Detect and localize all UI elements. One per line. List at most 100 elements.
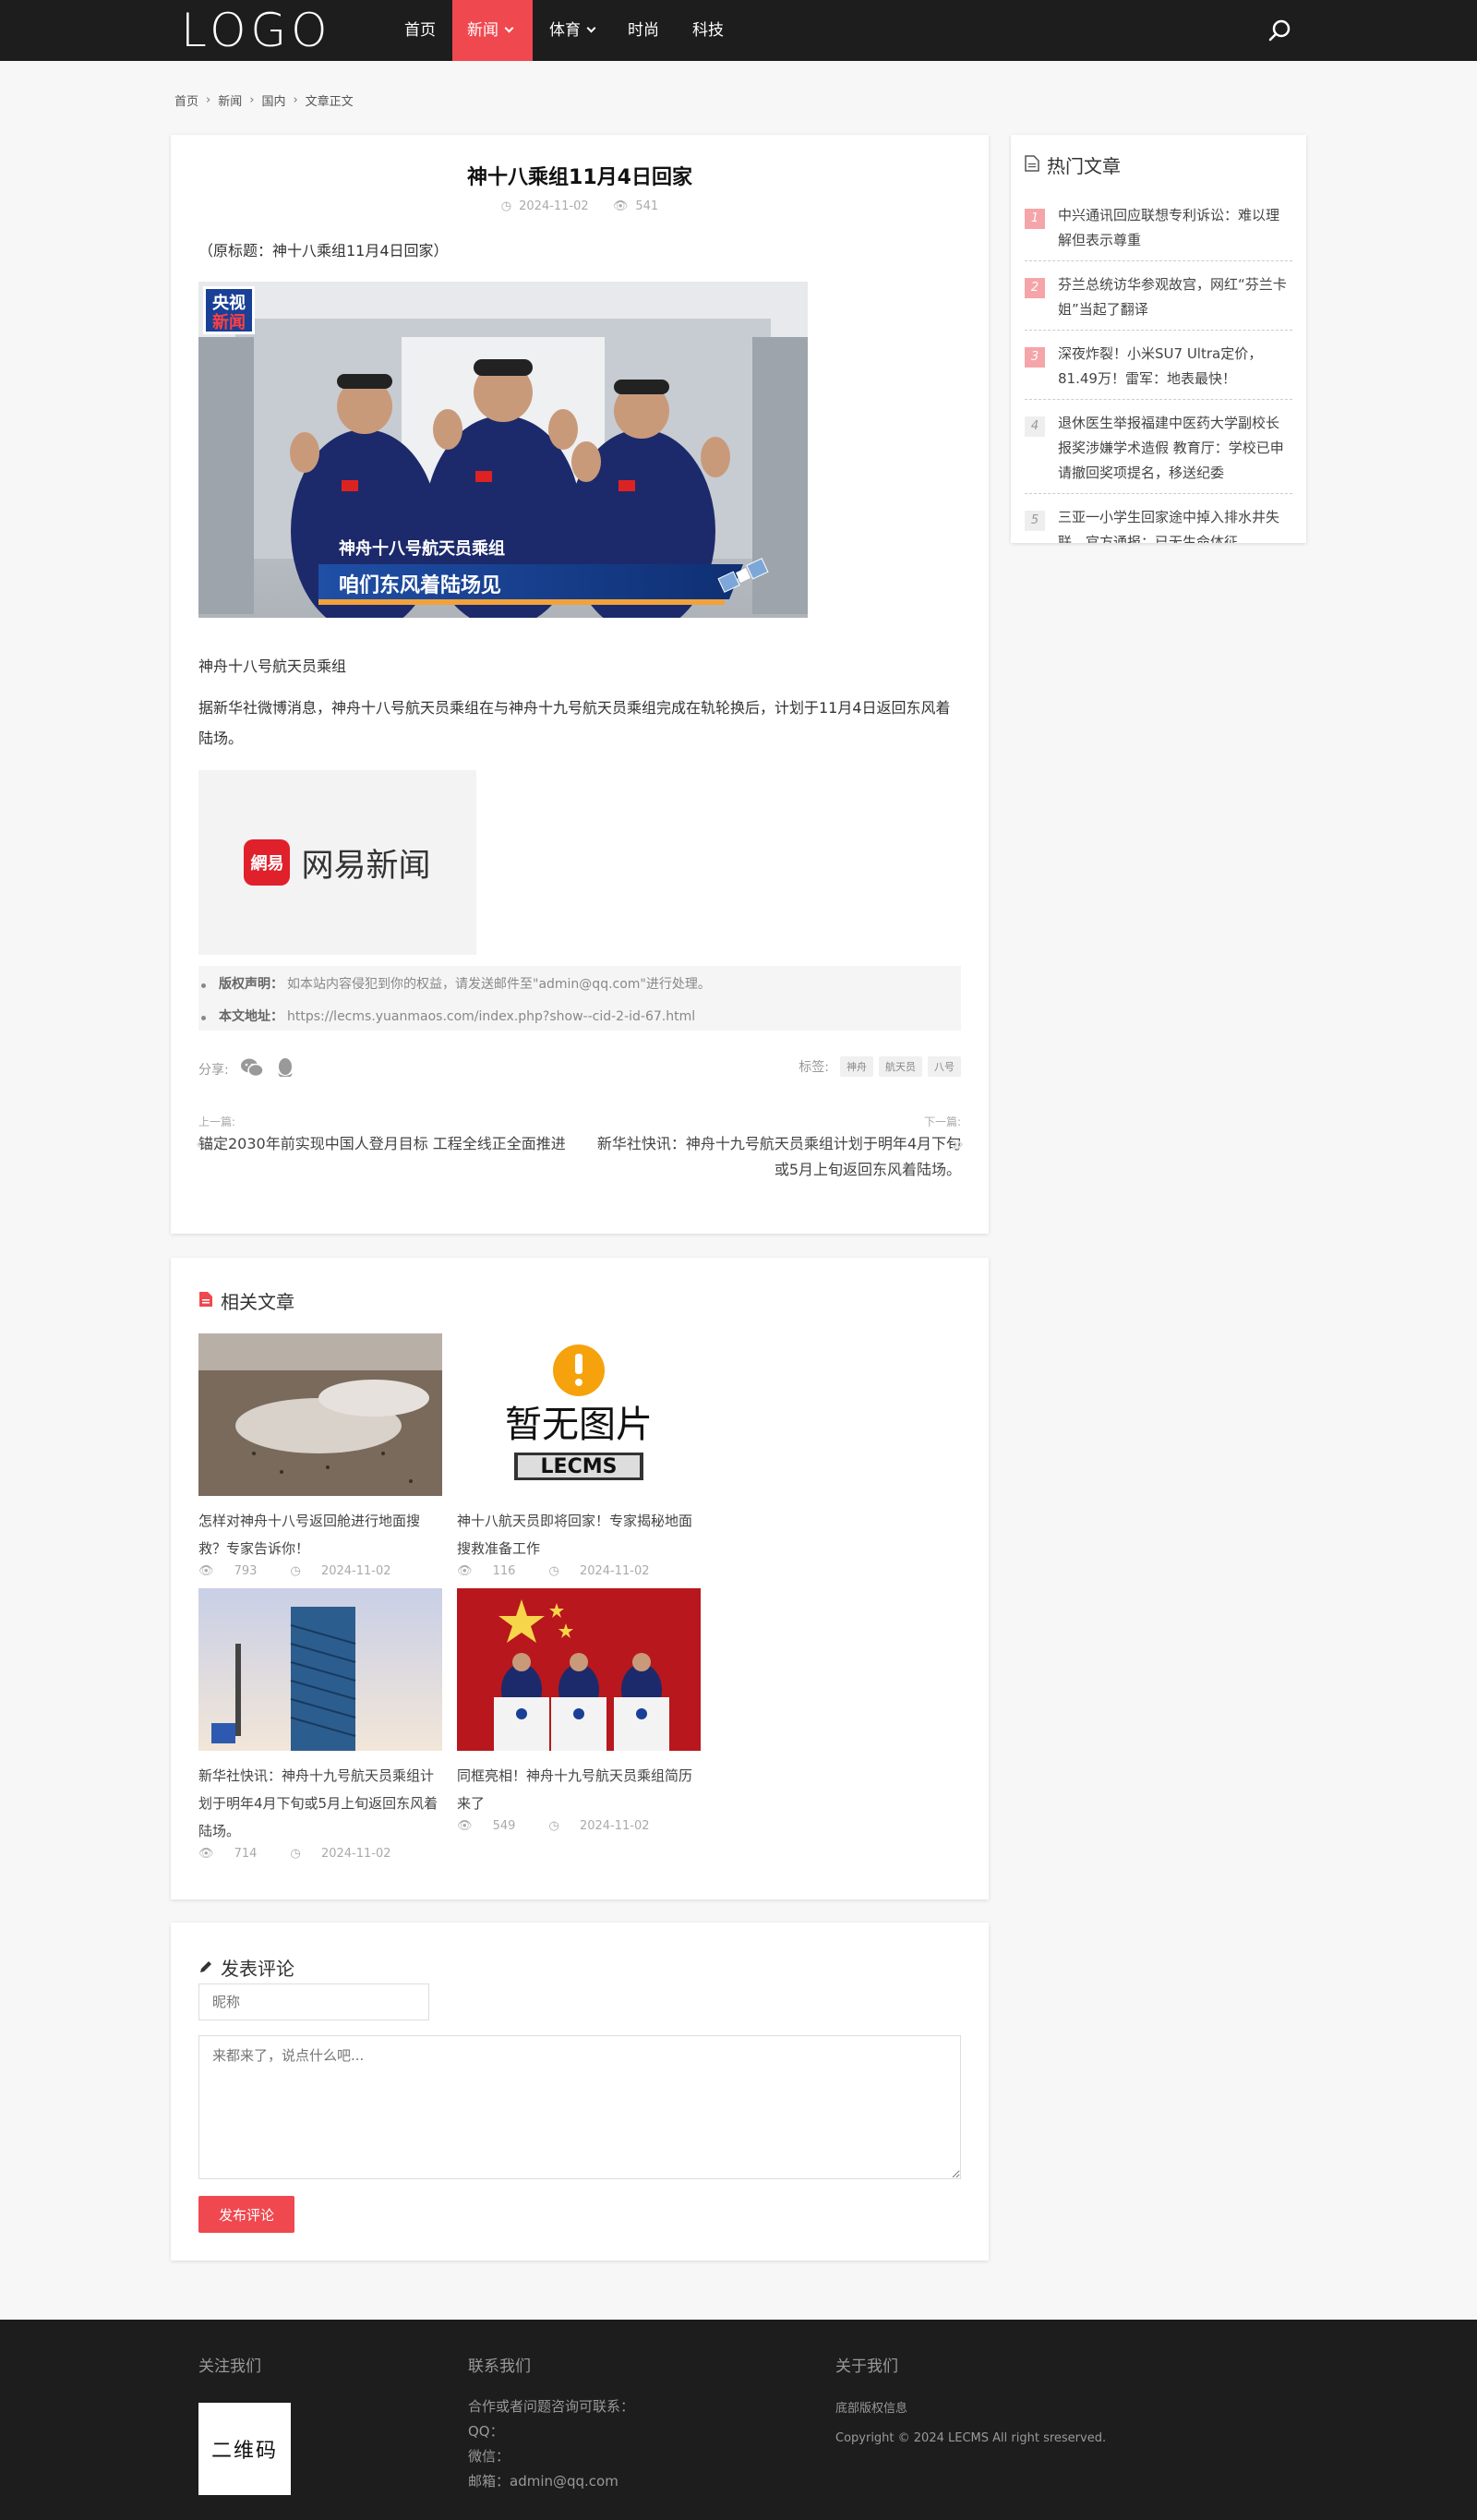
article-date: 2024-11-02 bbox=[519, 199, 589, 213]
copyright-text: 如本站内容侵犯到你的权益，请发送邮件至"admin@qq.com"进行处理。 bbox=[287, 977, 711, 992]
nickname-input[interactable] bbox=[198, 1983, 429, 2020]
photo-caption-big: 咱们东风着陆场见 bbox=[339, 573, 501, 597]
clock-icon: ◷ bbox=[290, 1847, 305, 1861]
hot-item-title[interactable]: 深夜炸裂！小米SU7 Ultra定价，81.49万！雷军：地表最快！ bbox=[1058, 345, 1262, 387]
document-icon bbox=[1025, 154, 1039, 176]
submit-comment-button[interactable]: 发布评论 bbox=[198, 2196, 294, 2233]
wechat-icon[interactable] bbox=[240, 1057, 264, 1081]
related-item-meta: 👁 549 ◷ 2024-11-02 bbox=[457, 1819, 701, 1833]
hot-item-title[interactable]: 退休医生举报福建中医药大学副校长报奖涉嫌学术造假 教育厅：学校已申请撤回奖项提名… bbox=[1058, 415, 1284, 481]
nav-sports[interactable]: 体育 bbox=[533, 0, 611, 61]
hot-item-title[interactable]: 芬兰总统访华参观故宫，网红“芬兰卡姐”当起了翻译 bbox=[1058, 276, 1287, 318]
no-image-brand: LECMS bbox=[541, 1455, 618, 1478]
related-item-title[interactable]: 怎样对神舟十八号返回舱进行地面搜救？专家告诉你！ bbox=[198, 1507, 442, 1562]
article-meta: ◷ 2024-11-02 👁 541 bbox=[171, 199, 989, 213]
breadcrumb-domestic[interactable]: 国内 bbox=[261, 91, 285, 109]
nav-tech[interactable]: 科技 bbox=[676, 0, 740, 61]
hot-item[interactable]: 5 三亚一小学生回家途中掉入排水井失联，官方通报：已无生命体征 bbox=[1025, 494, 1292, 543]
nav-news[interactable]: 新闻 bbox=[452, 0, 533, 61]
related-thumbnail[interactable] bbox=[457, 1588, 701, 1751]
related-item[interactable]: 同框亮相！神舟十九号航天员乘组简历来了 👁 549 ◷ 2024-11-02 bbox=[457, 1588, 701, 1833]
chevron-down-icon bbox=[586, 23, 596, 33]
related-thumbnail-placeholder[interactable]: 暂无图片 LECMS bbox=[457, 1333, 701, 1496]
footer-about: 关于我们 底部版权信息 Copyright © 2024 LECMS All r… bbox=[835, 2353, 1106, 2454]
related-item[interactable]: 怎样对神舟十八号返回舱进行地面搜救？专家告诉你！ 👁 793 ◷ 2024-11-… bbox=[198, 1333, 442, 1578]
eye-icon: 👁 bbox=[457, 1564, 476, 1578]
related-date: 2024-11-02 bbox=[579, 1819, 650, 1833]
hot-item-title[interactable]: 中兴通讯回应联想专利诉讼：难以理解但表示尊重 bbox=[1058, 207, 1279, 248]
tag-item[interactable]: 神舟 bbox=[840, 1056, 873, 1077]
contact-line: QQ： bbox=[468, 2423, 504, 2440]
pencil-icon bbox=[198, 1957, 213, 1979]
related-title: 相关文章 bbox=[198, 1287, 294, 1314]
hot-rank: 3 bbox=[1025, 347, 1045, 368]
tag-item[interactable]: 航天员 bbox=[879, 1056, 922, 1077]
footer-contact: 联系我们 合作或者问题咨询可联系： QQ： 微信： 邮箱：admin@qq.co… bbox=[468, 2353, 634, 2494]
clock-icon: ◷ bbox=[500, 199, 512, 213]
related-item-title[interactable]: 新华社快讯：神舟十九号航天员乘组计划于明年4月下旬或5月上旬返回东风着陆场。 bbox=[198, 1762, 442, 1845]
comment-textarea[interactable] bbox=[198, 2035, 961, 2179]
document-icon bbox=[198, 1290, 213, 1312]
footer-copyright-info: 底部版权信息 bbox=[835, 2402, 908, 2416]
share-bar: 分享: bbox=[198, 1056, 295, 1082]
nav-sports-label: 体育 bbox=[549, 21, 581, 40]
cctv-badge-line1: 央视 bbox=[212, 293, 246, 313]
hot-rank: 4 bbox=[1025, 416, 1045, 437]
site-footer: 关注我们 二维码 联系我们 合作或者问题咨询可联系： QQ： 微信： 邮箱：ad… bbox=[0, 2320, 1477, 2520]
related-item[interactable]: 暂无图片 LECMS 神十八航天员即将回家！专家揭秘地面搜救准备工作 👁 116 ◷… bbox=[457, 1333, 701, 1578]
article-url: 本文地址： https://lecms.yuanmaos.com/index.ph… bbox=[198, 1004, 961, 1036]
related-thumbnail[interactable] bbox=[198, 1588, 442, 1751]
hot-title-text: 热门文章 bbox=[1047, 155, 1121, 177]
prev-next-nav: « 上一篇: 锚定2030年前实现中国人登月目标 工程全线正全面推进 下一篇: … bbox=[195, 1114, 965, 1197]
article-card: 神十八乘组11月4日回家 ◷ 2024-11-02 👁 541 （原标题：神十八乘组… bbox=[171, 135, 989, 1234]
related-views: 116 bbox=[492, 1564, 516, 1578]
related-thumbnail[interactable] bbox=[198, 1333, 442, 1496]
hot-list: 1 中兴通讯回应联想专利诉讼：难以理解但表示尊重 2 芬兰总统访华参观故宫，网红“芬… bbox=[1025, 192, 1292, 543]
hot-item-title[interactable]: 三亚一小学生回家途中掉入排水井失联，官方通报：已无生命体征 bbox=[1058, 509, 1279, 543]
hot-item[interactable]: 4 退休医生举报福建中医药大学副校长报奖涉嫌学术造假 教育厅：学校已申请撤回奖项提… bbox=[1025, 400, 1292, 494]
comment-title: 发表评论 bbox=[198, 1954, 294, 1981]
article-views: 541 bbox=[635, 199, 659, 213]
related-date: 2024-11-02 bbox=[320, 1847, 391, 1861]
footer-follow: 关注我们 二维码 bbox=[198, 2353, 291, 2495]
related-item-meta: 👁 793 ◷ 2024-11-02 bbox=[198, 1564, 442, 1578]
nav-home[interactable]: 首页 bbox=[388, 0, 452, 61]
related-articles-card: 相关文章 怎样对神舟十八号返回舱进行地面搜救？专家告诉你！ 👁 793 ◷ 202… bbox=[171, 1258, 989, 1899]
article-photo: 央视 新闻 神舟十八号航天员乘组 咱们东风着陆场见 bbox=[198, 282, 808, 618]
next-article[interactable]: 下一篇: 新华社快讯：神舟十九号航天员乘组计划于明年4月下旬或5月上旬返回东风着… bbox=[582, 1114, 961, 1183]
breadcrumb-news[interactable]: 新闻 bbox=[218, 91, 242, 109]
no-image-text: 暂无图片 bbox=[505, 1404, 653, 1446]
hot-item[interactable]: 1 中兴通讯回应联想专利诉讼：难以理解但表示尊重 bbox=[1025, 192, 1292, 261]
article-origin-title: （原标题：神十八乘组11月4日回家） bbox=[198, 242, 449, 259]
url-label: 本文地址： bbox=[219, 1009, 283, 1024]
search-icon[interactable] bbox=[1267, 17, 1294, 44]
tag-item[interactable]: 八号 bbox=[928, 1056, 961, 1077]
prev-article[interactable]: 上一篇: 锚定2030年前实现中国人登月目标 工程全线正全面推进 bbox=[198, 1114, 577, 1157]
related-item-title[interactable]: 神十八航天员即将回家！专家揭秘地面搜救准备工作 bbox=[457, 1507, 701, 1562]
url-text[interactable]: https://lecms.yuanmaos.com/index.php?sho… bbox=[287, 1009, 695, 1024]
footer-about-title: 关于我们 bbox=[835, 2357, 898, 2376]
qq-icon[interactable] bbox=[275, 1056, 295, 1082]
related-item-title[interactable]: 同框亮相！神舟十九号航天员乘组简历来了 bbox=[457, 1762, 701, 1817]
tags-bar: 标签: 神舟 航天员 八号 bbox=[799, 1056, 961, 1077]
next-label: 下一篇: bbox=[923, 1115, 961, 1128]
breadcrumb-home[interactable]: 首页 bbox=[174, 91, 198, 109]
prev-title[interactable]: 锚定2030年前实现中国人登月目标 工程全线正全面推进 bbox=[198, 1131, 577, 1157]
site-logo[interactable]: LOGO bbox=[181, 4, 332, 57]
breadcrumb-current: 文章正文 bbox=[305, 95, 354, 109]
hot-item[interactable]: 3 深夜炸裂！小米SU7 Ultra定价，81.49万！雷军：地表最快！ bbox=[1025, 331, 1292, 400]
hot-rank: 1 bbox=[1025, 209, 1045, 229]
related-item-meta: 👁 116 ◷ 2024-11-02 bbox=[457, 1564, 701, 1578]
related-date: 2024-11-02 bbox=[320, 1564, 391, 1578]
nav-tech-label: 科技 bbox=[692, 21, 724, 40]
contact-line: 合作或者问题咨询可联系： bbox=[468, 2398, 635, 2415]
qr-code: 二维码 bbox=[198, 2403, 291, 2495]
footer-follow-title: 关注我们 bbox=[198, 2357, 261, 2376]
related-views: 793 bbox=[234, 1564, 258, 1578]
chevron-right-icon[interactable]: » bbox=[950, 1130, 965, 1158]
hot-item[interactable]: 2 芬兰总统访华参观故宫，网红“芬兰卡姐”当起了翻译 bbox=[1025, 261, 1292, 331]
nav-fashion[interactable]: 时尚 bbox=[611, 0, 676, 61]
related-item[interactable]: 新华社快讯：神舟十九号航天员乘组计划于明年4月下旬或5月上旬返回东风着陆场。 👁… bbox=[198, 1588, 442, 1861]
eye-icon: 👁 bbox=[198, 1847, 218, 1861]
next-title[interactable]: 新华社快讯：神舟十九号航天员乘组计划于明年4月下旬或5月上旬返回东风着陆场。 bbox=[582, 1131, 961, 1183]
